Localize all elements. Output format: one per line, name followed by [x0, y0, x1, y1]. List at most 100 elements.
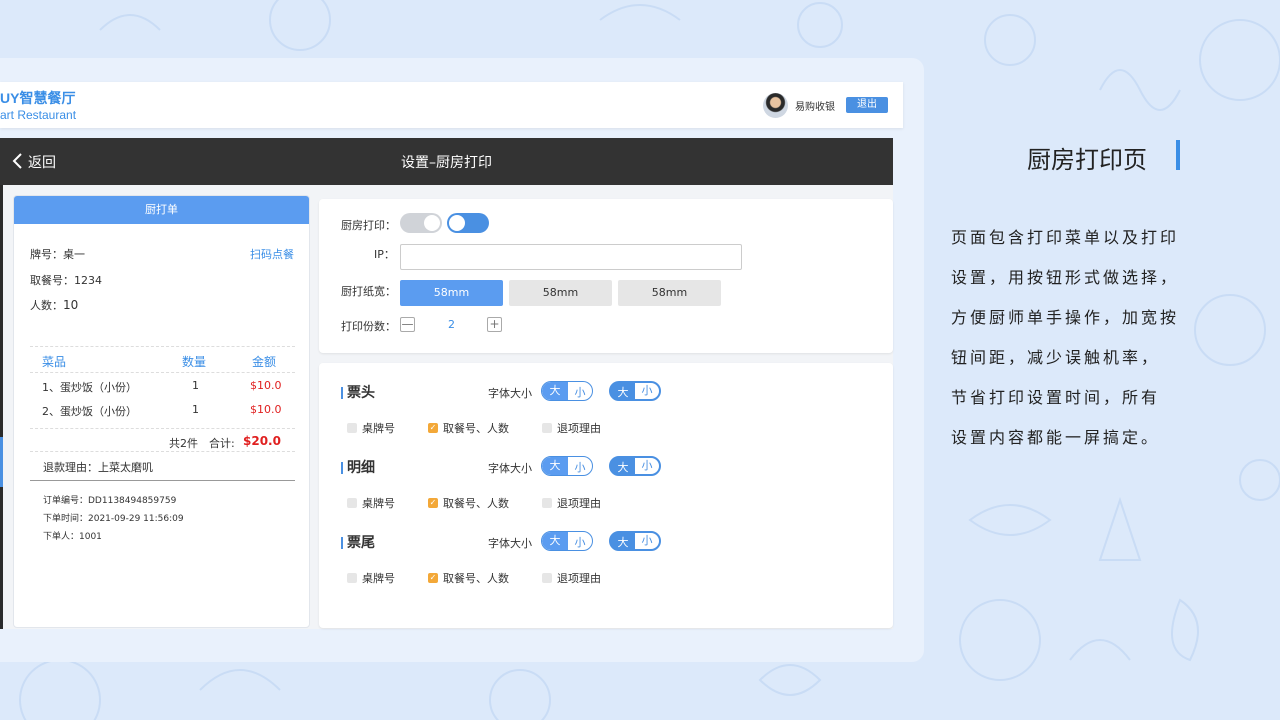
people-value: 10 [63, 298, 79, 312]
checkbox-label: 取餐号、人数 [443, 422, 509, 435]
avatar[interactable] [763, 93, 788, 118]
section-marker [341, 387, 343, 399]
app-header: UY智慧餐厅 art Restaurant 易购收银 退出 [0, 82, 903, 128]
checkbox-label: 桌牌号 [362, 422, 395, 435]
paper-58mm-button[interactable]: 58mm [400, 280, 503, 306]
small-option[interactable]: 小 [567, 384, 592, 400]
receipt-header: 厨打单 [14, 196, 309, 224]
font-size-label: 字体大小 [488, 462, 532, 475]
checkbox-label: 桌牌号 [362, 572, 395, 585]
section-title-detail: 明细 [347, 460, 375, 476]
table-number: 牌号：桌一 [30, 248, 85, 261]
paper-58mm-button[interactable]: 58mm [509, 280, 612, 306]
kitchen-print-toggle-on[interactable] [447, 213, 489, 233]
small-option[interactable]: 小 [635, 458, 659, 474]
paper-width-label: 厨打纸宽： [341, 285, 396, 298]
receipt-preview: 厨打单 牌号：桌一 扫码点餐 取餐号：1234 人数：10 菜品 数量 金额 1… [13, 195, 310, 628]
section-marker [341, 537, 343, 549]
description-line: 钮间距，减少误触机率， [951, 348, 1161, 367]
description-line: 方便厨师单手操作，加宽按 [951, 308, 1180, 327]
table-header-row: 菜品 数量 金额 [30, 347, 295, 372]
page-title: 设置–厨房打印 [401, 155, 492, 171]
font-size-big-toggle[interactable]: 大小 [541, 456, 593, 476]
checkbox-label: 取餐号、人数 [443, 497, 509, 510]
item-name: 1、蛋炒饭（小份） [42, 381, 137, 394]
copies-label: 打印份数： [341, 320, 396, 333]
item-count: 共2件 [169, 437, 198, 450]
col-qty: 数量 [182, 355, 207, 369]
small-option[interactable]: 小 [567, 459, 592, 475]
small-option[interactable]: 小 [635, 533, 659, 549]
checkbox-table-no[interactable] [347, 423, 357, 433]
item-name: 2、蛋炒饭（小份） [42, 405, 137, 418]
font-size-big-toggle[interactable]: 大小 [541, 381, 593, 401]
print-settings-card: 厨房打印： IP： 厨打纸宽： 58mm 58mm 58mm 打印份数： — 2… [319, 199, 893, 353]
font-size-label: 字体大小 [488, 387, 532, 400]
font-size-label: 字体大小 [488, 537, 532, 550]
small-option[interactable]: 小 [635, 383, 659, 399]
item-price: $10.0 [250, 379, 282, 392]
font-size-big-toggle[interactable]: 大小 [541, 531, 593, 551]
checkbox-refund[interactable] [542, 498, 552, 508]
total-line: 共2件 合计: $20.0 [30, 428, 295, 452]
total-value: $20.0 [243, 434, 281, 448]
checkbox-label: 退项理由 [557, 497, 601, 510]
description-text: 页面包含打印菜单以及打印 设置，用按钮形式做选择， 方便厨师单手操作，加宽按 钮… [951, 218, 1191, 458]
big-option[interactable]: 大 [542, 532, 568, 550]
description-line: 设置，用按钮形式做选择， [951, 268, 1180, 287]
big-option[interactable]: 大 [610, 384, 636, 400]
checkbox-label: 退项理由 [557, 572, 601, 585]
checkbox-pickup[interactable]: ✓ [428, 423, 438, 433]
big-option[interactable]: 大 [542, 382, 568, 400]
section-title-header: 票头 [347, 385, 375, 401]
big-option[interactable]: 大 [610, 534, 636, 550]
description-title: 厨房打印页 [1027, 146, 1147, 174]
font-size-small-toggle[interactable]: 大小 [609, 531, 661, 551]
kitchen-print-label: 厨房打印： [341, 219, 396, 232]
big-option[interactable]: 大 [542, 457, 568, 475]
description-line: 页面包含打印菜单以及打印 [951, 228, 1180, 247]
people-count: 人数：10 [30, 297, 78, 313]
refund-reason: 退款理由：上菜太磨叽 [43, 461, 153, 474]
checkbox-table-no[interactable] [347, 498, 357, 508]
item-price: $10.0 [250, 403, 282, 416]
logout-button[interactable]: 退出 [846, 97, 888, 113]
items-table: 菜品 数量 金额 1、蛋炒饭（小份） 1 $10.0 2、蛋炒饭（小份） 1 $… [30, 346, 295, 422]
table-row: 1、蛋炒饭（小份） 1 $10.0 [30, 372, 295, 397]
small-option[interactable]: 小 [567, 534, 592, 550]
minus-button[interactable]: — [400, 317, 415, 332]
checkbox-refund[interactable] [542, 423, 552, 433]
scan-order-link[interactable]: 扫码点餐 [250, 246, 294, 262]
big-option[interactable]: 大 [610, 459, 636, 475]
cashier-name: 易购收银 [795, 102, 835, 113]
checkbox-label: 取餐号、人数 [443, 572, 509, 585]
section-title-footer: 票尾 [347, 535, 375, 551]
layout-settings-card: 票头 字体大小 大小 大小 桌牌号 ✓ 取餐号、人数 退项理由 明细 字体大小 … [319, 363, 893, 628]
description-accent-bar [1176, 140, 1180, 170]
checkbox-refund[interactable] [542, 573, 552, 583]
checkbox-pickup[interactable]: ✓ [428, 573, 438, 583]
checkbox-table-no[interactable] [347, 573, 357, 583]
ip-label: IP： [374, 248, 395, 261]
total-label: 合计: [209, 437, 235, 450]
navbar: 返回 设置–厨房打印 [0, 138, 893, 185]
edge-indicator [0, 437, 3, 487]
col-dish: 菜品 [42, 355, 67, 369]
checkbox-label: 退项理由 [557, 422, 601, 435]
col-amount: 金额 [252, 355, 277, 369]
kitchen-print-toggle-off[interactable] [400, 213, 442, 233]
ip-input[interactable] [400, 244, 742, 270]
paper-58mm-button[interactable]: 58mm [618, 280, 721, 306]
people-label: 人数： [30, 299, 63, 312]
brand-name-en: art Restaurant [0, 108, 77, 122]
checkbox-label: 桌牌号 [362, 497, 395, 510]
plus-button[interactable]: + [487, 317, 502, 332]
checkbox-pickup[interactable]: ✓ [428, 498, 438, 508]
divider [30, 480, 295, 481]
brand-name-cn: UY智慧餐厅 [0, 90, 76, 106]
order-number: 订单编号：DD1138494859759 [43, 496, 177, 506]
font-size-small-toggle[interactable]: 大小 [609, 381, 661, 401]
section-marker [341, 462, 343, 474]
order-user: 下单人：1001 [43, 532, 102, 542]
font-size-small-toggle[interactable]: 大小 [609, 456, 661, 476]
